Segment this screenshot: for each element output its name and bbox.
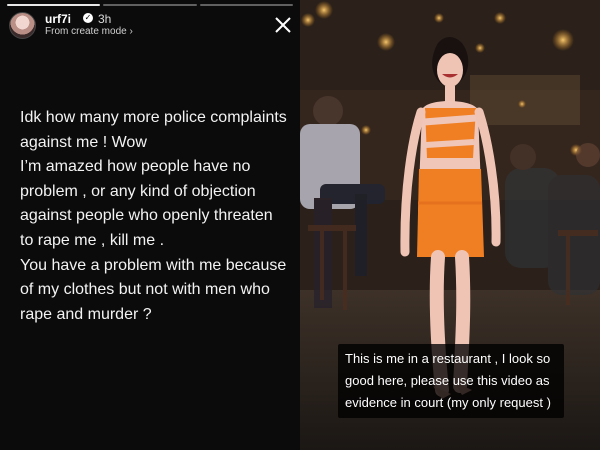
bar-shelf — [470, 75, 580, 125]
story-text-line: of my clothes but not with men who — [20, 281, 270, 299]
story-panel: urf7i ✓ 3h From create mode › Idk how ma… — [0, 0, 300, 450]
progress-segment — [103, 4, 197, 6]
avatar[interactable] — [9, 12, 36, 39]
story-text-line: to rape me , kill me . — [20, 231, 165, 249]
chevron-right-icon: › — [129, 26, 133, 37]
caption-line: This is me in a restaurant , I look so — [345, 351, 551, 366]
story-text-block: Idk how many more police complaints agai… — [20, 106, 290, 327]
progress-segment — [199, 4, 293, 6]
story-text-line: problem , or any kind of objection — [20, 182, 256, 200]
story-text-line: rape and murder ? — [20, 305, 152, 323]
caption-line: evidence in court (my only request ) — [345, 395, 551, 410]
video-caption-box: This is me in a restaurant , I look so g… — [338, 344, 564, 418]
story-timestamp: 3h — [98, 12, 112, 26]
create-mode-link[interactable]: From create mode › — [45, 26, 133, 37]
story-text-line: Idk how many more police complaints — [20, 109, 287, 126]
story-text-line: against people who openly threaten — [20, 207, 273, 225]
caption-line: good here, please use this video as — [345, 373, 550, 388]
create-mode-label: From create mode — [45, 26, 127, 37]
verified-badge-icon: ✓ — [83, 13, 93, 23]
video-panel[interactable]: This is me in a restaurant , I look so g… — [300, 0, 600, 450]
username[interactable]: urf7i — [45, 12, 71, 26]
story-progress-bar — [7, 4, 293, 6]
story-header: urf7i ✓ 3h From create mode › — [9, 11, 294, 41]
story-text-line: You have a problem with me because — [20, 256, 287, 274]
progress-segment — [7, 4, 101, 6]
story-text-line: I’m amazed how people have no — [20, 158, 251, 176]
close-icon[interactable] — [273, 15, 293, 35]
story-text-line: against me ! Wow — [20, 133, 147, 151]
